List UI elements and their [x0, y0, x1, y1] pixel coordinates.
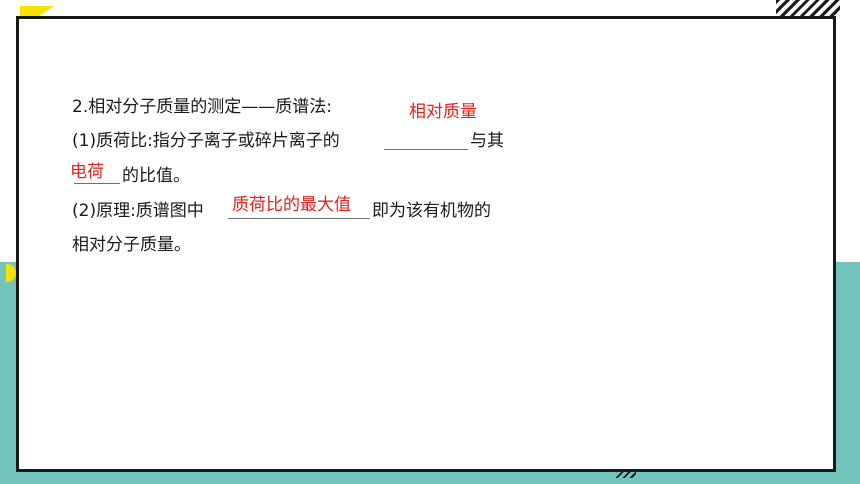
blank-line-1 — [384, 149, 468, 150]
principle-line-2: 相对分子质量。 — [72, 235, 191, 255]
answer-relative-mass: 相对质量 — [409, 102, 477, 122]
definition-line-1-end: 与其 — [470, 131, 504, 151]
top-strip — [0, 0, 860, 14]
blank-line-3 — [228, 218, 370, 219]
answer-charge: 电荷 — [70, 162, 104, 182]
hatch-decoration-bottom — [616, 470, 636, 478]
section-heading: 2.相对分子质量的测定——质谱法: — [72, 97, 332, 117]
definition-line-1: (1)质荷比:指分子离子或碎片离子的 — [72, 131, 340, 151]
definition-line-2: 的比值。 — [122, 166, 190, 186]
blank-line-2 — [74, 183, 120, 184]
principle-line-1: (2)原理:质谱图中 — [72, 201, 204, 221]
principle-line-1-end: 即为该有机物的 — [372, 201, 491, 221]
hatch-decoration-top — [776, 0, 840, 16]
answer-max-mass-charge-ratio: 质荷比的最大值 — [232, 195, 351, 215]
